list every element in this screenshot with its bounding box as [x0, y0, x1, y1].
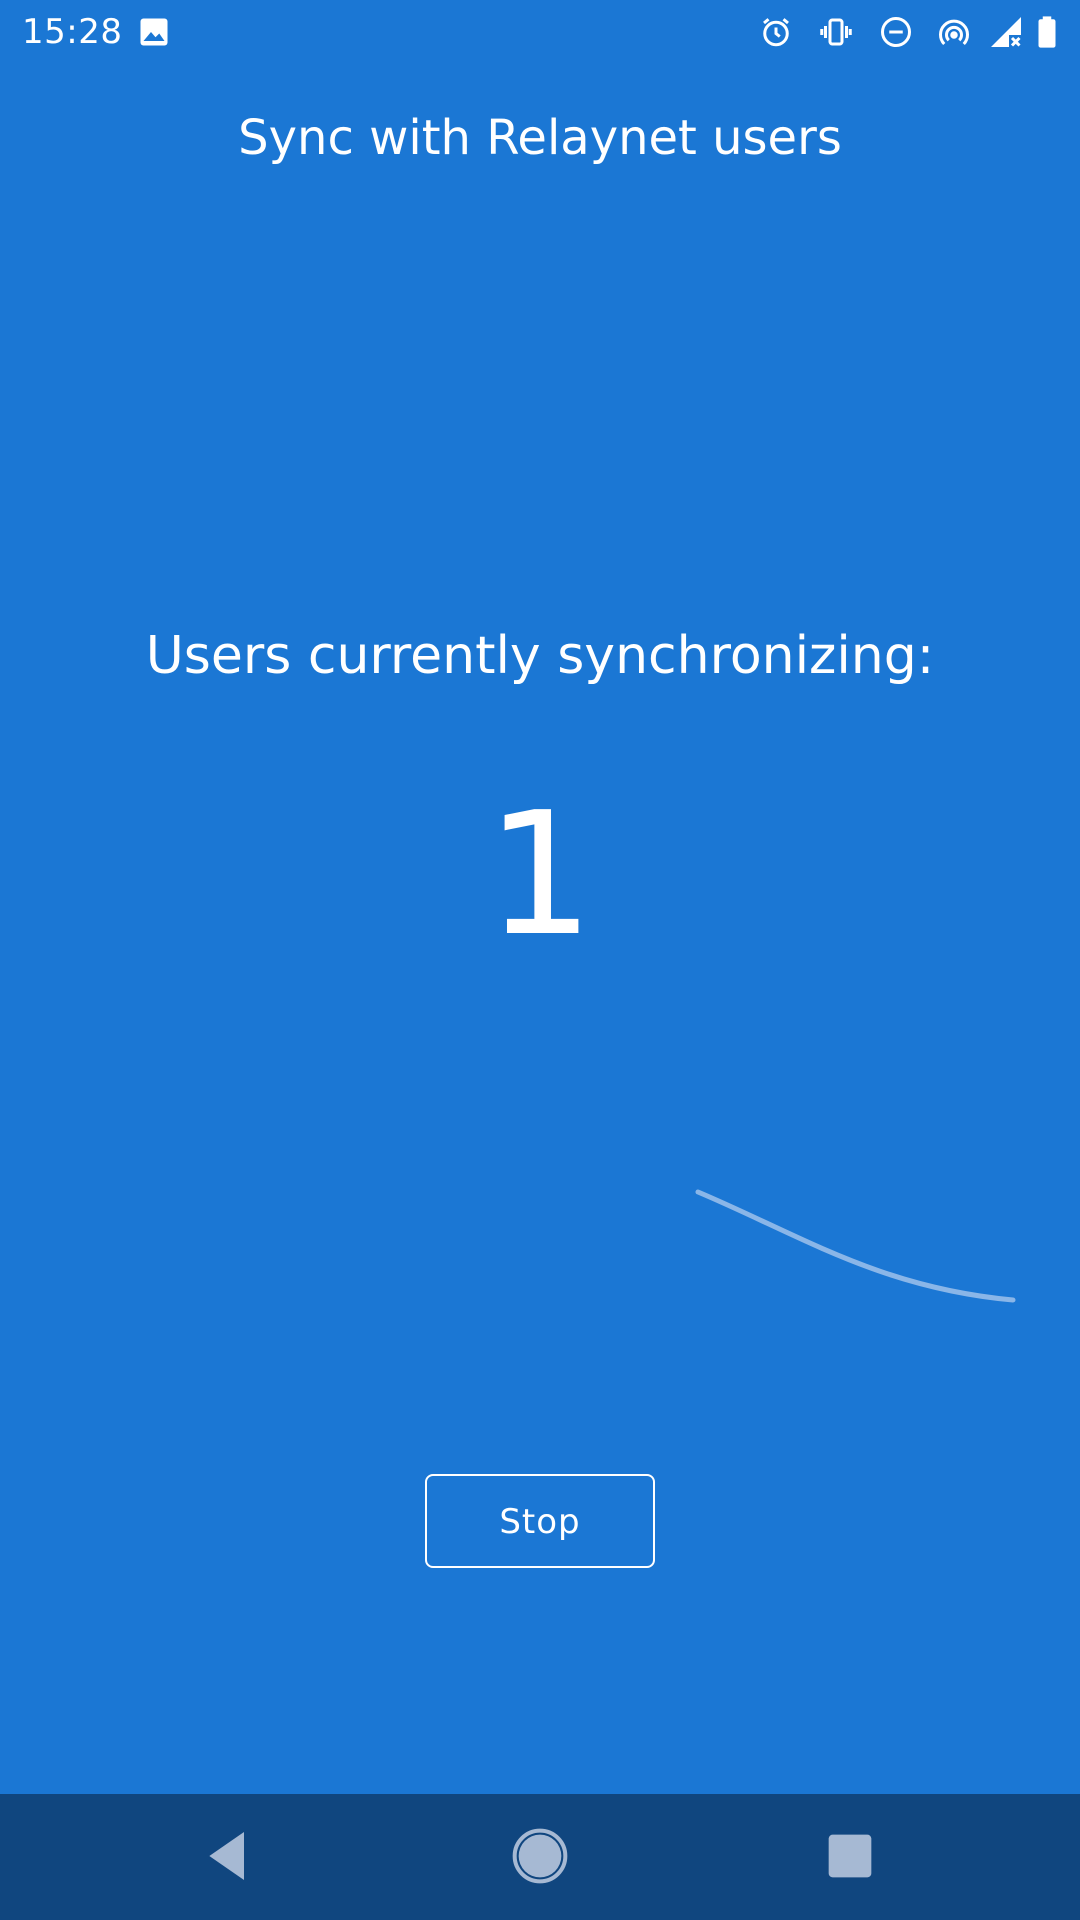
home-icon[interactable] — [508, 1824, 572, 1888]
signal-icon — [988, 14, 1024, 50]
battery-icon — [1030, 14, 1064, 50]
hotspot-icon — [936, 14, 972, 50]
status-bar: 15:28 — [0, 0, 1080, 64]
page-title: Sync with Relaynet users — [238, 110, 842, 166]
back-icon[interactable] — [196, 1824, 260, 1888]
stop-button[interactable]: Stop — [425, 1474, 655, 1568]
navigation-bar — [0, 1794, 1080, 1920]
sync-status-label: Users currently synchronizing: — [145, 626, 935, 686]
status-time: 15:28 — [22, 12, 123, 52]
alarm-icon — [758, 14, 794, 50]
image-icon — [136, 14, 172, 50]
do-not-disturb-icon — [878, 14, 914, 50]
user-count: 1 — [485, 776, 595, 974]
sync-animation-curve — [695, 1189, 1016, 1303]
vibrate-icon — [818, 14, 854, 50]
recents-icon[interactable] — [818, 1824, 882, 1888]
